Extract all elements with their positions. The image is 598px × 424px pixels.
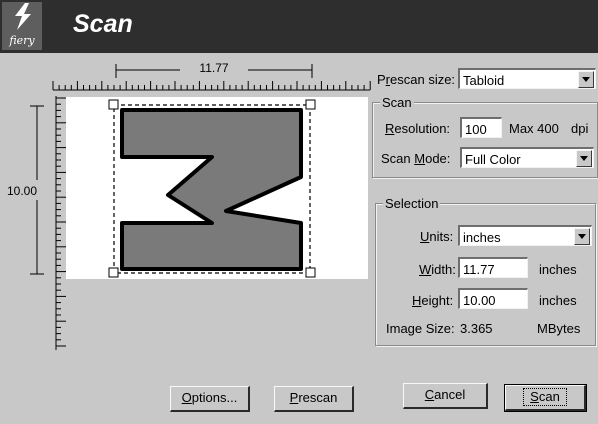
scan-button-focus: Scan [523,388,567,406]
ruler-width-label: 11.77 [199,61,228,75]
scan-preview[interactable] [66,97,368,279]
options-button[interactable]: Options... [170,386,250,412]
width-unit: inches [539,262,577,277]
prescan-button[interactable]: Prescan [274,386,354,412]
height-input[interactable]: 10.00 [458,288,528,309]
width-input[interactable]: 11.77 [458,257,528,278]
units-value: inches [463,230,501,245]
scan-button[interactable]: Scan [504,384,587,412]
scan-mode-dropdown[interactable]: Full Color [460,147,594,168]
preview-shape [120,108,303,271]
cancel-button[interactable]: Cancel [403,383,488,409]
height-label: Height: [412,293,454,308]
logo-text: fiery [9,34,35,47]
selection-handle-bottom-right[interactable] [305,267,316,278]
prescan-size-label: Prescan size: [377,72,456,87]
selection-group-title: Selection [383,196,441,211]
image-size-label: Image Size: [386,321,455,336]
image-size-unit: MBytes [537,321,581,336]
preview-image [108,99,316,278]
resolution-unit: dpi [571,121,589,136]
horizontal-ruler: 11.77 [52,61,371,91]
width-label: Width: [419,262,456,277]
scan-mode-label: Scan Mode: [381,151,451,166]
lightning-bolt-icon [15,3,31,30]
fiery-logo: fiery [2,2,42,50]
vertical-ruler: 10.00 [7,96,66,350]
height-unit: inches [539,293,577,308]
ruler-height-label: 10.00 [7,184,37,198]
prescan-size-dropdown[interactable]: Tabloid [458,68,596,89]
title-bar: fiery Scan [0,0,598,53]
resolution-max: Max 400 [509,121,559,136]
image-size-value: 3.365 [460,321,493,336]
units-label: Units: [420,229,454,244]
prescan-size-value: Tabloid [463,73,505,88]
chevron-down-icon[interactable] [574,228,590,245]
chevron-down-icon[interactable] [576,150,592,167]
scan-mode-value: Full Color [465,152,521,167]
resolution-label: Resolution: [385,121,451,136]
window-title: Scan [73,10,133,38]
selection-handle-top-left[interactable] [108,99,119,110]
units-dropdown[interactable]: inches [458,225,592,246]
resolution-input[interactable]: 100 [460,117,502,138]
chevron-down-icon[interactable] [578,71,594,88]
selection-handle-bottom-left[interactable] [108,267,119,278]
selection-handle-top-right[interactable] [305,99,316,110]
scan-group-title: Scan [380,95,414,110]
